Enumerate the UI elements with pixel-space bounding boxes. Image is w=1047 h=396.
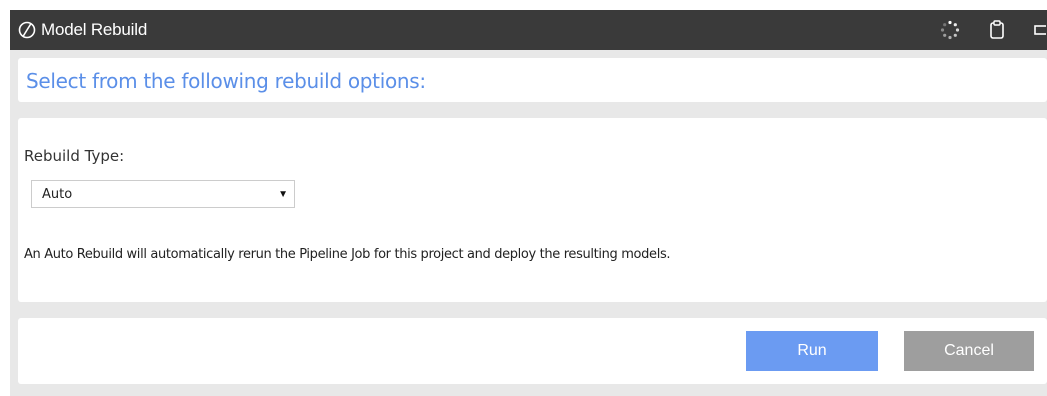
rebuild-type-value: Auto [42,187,73,202]
title-bar: Model Rebuild [10,10,1047,50]
rebuild-type-select[interactable]: Auto ▼ [31,180,295,208]
clipboard-icon[interactable] [988,20,1006,40]
options-panel: Rebuild Type: Auto ▼ An Auto Rebuild wil… [18,118,1047,302]
dialog-window: Model Rebuild Select from the following … [10,10,1047,396]
options-prompt: Select from the following rebuild option… [26,69,426,93]
window-edge-icon[interactable] [1034,24,1046,36]
spinner-icon [940,20,960,40]
actions-panel: Run Cancel [18,318,1047,384]
slash-circle-icon [18,21,36,39]
window-title: Model Rebuild [41,20,148,39]
rebuild-description: An Auto Rebuild will automatically rerun… [24,247,671,262]
cancel-button[interactable]: Cancel [904,331,1034,371]
dropdown-arrow-icon: ▼ [278,189,288,200]
header-panel: Select from the following rebuild option… [18,58,1047,102]
rebuild-type-label: Rebuild Type: [24,147,125,165]
run-button[interactable]: Run [746,331,878,371]
